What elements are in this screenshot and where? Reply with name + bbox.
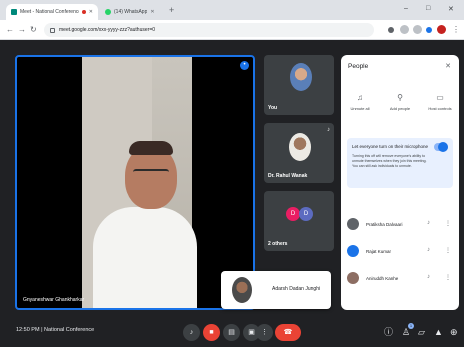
speaker-glasses [133,169,169,175]
action-label: Host controls [428,106,452,111]
profile-avatar[interactable] [437,25,446,34]
mic-icon: ♫ [357,93,363,102]
camera-off-button[interactable]: ■ [203,324,220,341]
close-tab-icon[interactable]: ✕ [150,9,154,15]
new-tab-button[interactable]: + [169,5,174,15]
extension-icon[interactable] [413,25,422,34]
setting-title: Let everyone turn on their microphone [352,144,429,149]
browser-toolbar: ← → ↻ meet.google.com/xxx-yyyy-zzz?authu… [0,20,464,40]
meeting-info: 12:50 PM | National Conference [16,327,94,333]
host-controls-button[interactable]: ▭ Host controls [423,93,457,111]
tile-others[interactable]: D D 2 others [264,191,334,251]
participant-photo [290,63,312,91]
meet-favicon-icon [11,9,17,15]
meeting-stage: • Gnyaneshwar Ghankharkar You ♪ Dr. Rahu… [0,40,464,347]
participant-name: Pratiksha Dalvaari [366,222,403,227]
separator: | [41,327,43,333]
add-person-icon: ⚲ [397,93,403,102]
people-panel: People ✕ ♫ Unmute all ⚲ Add people ▭ Hos… [341,55,459,310]
back-arrow-icon[interactable]: ← [6,24,14,36]
captions-button[interactable]: ▤ [223,324,240,341]
star-icon[interactable] [400,25,409,34]
list-item[interactable]: Pratiksha Dalvaari ♪ ⋮ [347,215,453,235]
close-tab-icon[interactable]: ✕ [89,9,93,15]
forward-arrow-icon[interactable]: → [18,24,26,36]
pin-icon[interactable]: • [240,61,249,70]
panel-title: People [348,63,369,70]
speaker-body [93,207,197,308]
tile-name: Dr. Rahul Wanak [268,173,308,179]
main-speaker-name: Gnyaneshwar Ghankharkar [23,297,85,303]
action-label: Unmute all [350,106,370,111]
participant-name: Rajat Kumar [366,249,392,254]
url-text: meet.google.com/xxx-yyyy-zzz?authuser=0 [59,27,156,33]
floating-participant-tile[interactable]: Adarsh Dadan Junghi [221,271,331,309]
mic-icon[interactable]: ♪ [427,220,430,226]
tile-name: You [268,105,278,111]
control-bar: 12:50 PM | National Conference ♪ ■ ▤ ▣ ⋮… [0,318,464,347]
window-close-button[interactable]: ✕ [448,5,454,13]
avatar [347,218,359,230]
activities-icon[interactable]: ▲ [434,326,443,338]
toggle-knob [438,142,448,152]
mic-icon[interactable]: ♪ [427,274,430,280]
chat-icon[interactable]: ▱ [418,326,425,338]
lock-icon [50,27,55,33]
camera-in-use-icon[interactable] [388,27,394,33]
tab-title: Meet - National Conference [20,9,79,15]
participant-photo [232,277,252,303]
screen: Meet - National Conference ✕ (14) WhatsA… [0,0,464,347]
avatar [347,245,359,257]
participant-name: Aniruddh Kanhe [366,276,399,281]
mic-icon: ♪ [327,127,330,133]
close-icon[interactable]: ✕ [445,62,451,70]
maximize-button[interactable]: □ [426,5,430,12]
mic-icon[interactable]: ♪ [427,247,430,253]
reload-icon[interactable]: ↻ [30,24,37,36]
tile-name: 2 others [268,241,288,247]
avatar [347,272,359,284]
tile-dr-rahul[interactable]: ♪ Dr. Rahul Wanak [264,123,334,183]
add-people-button[interactable]: ⚲ Add people [383,93,417,111]
sync-icon[interactable] [426,27,432,33]
list-item[interactable]: Rajat Kumar ♪ ⋮ [347,242,453,262]
more-options-icon[interactable]: ⋮ [445,220,451,227]
speaker-hair [129,141,173,155]
meeting-name: National Conference [44,327,95,333]
more-options-icon[interactable]: ⋮ [445,274,451,281]
leave-call-button[interactable]: ☎ [275,324,301,341]
whatsapp-favicon-icon [105,9,111,15]
meeting-time: 12:50 PM [16,327,40,333]
more-options-icon[interactable]: ⋮ [445,247,451,254]
action-label: Add people [389,106,411,111]
tile-you[interactable]: You [264,55,334,115]
info-icon[interactable]: ⓘ [384,326,393,338]
setting-description: Turning this off will remove everyone's … [352,154,427,168]
more-options-button[interactable]: ⋮ [256,324,273,341]
avatar: D [286,207,300,221]
tab-title: (14) WhatsApp [114,9,148,15]
floating-participant-name: Adarsh Dadan Junghi [272,286,321,292]
recording-dot-icon [81,10,86,14]
browser-tab-strip: Meet - National Conference ✕ (14) WhatsA… [0,0,464,20]
shield-icon: ▭ [436,93,444,102]
avatar: D [299,207,313,221]
tab-whatsapp[interactable]: (14) WhatsApp ✕ [100,4,166,20]
main-speaker-tile[interactable]: • Gnyaneshwar Ghankharkar [15,55,255,310]
address-bar[interactable]: meet.google.com/xxx-yyyy-zzz?authuser=0 [44,23,374,37]
host-lock-icon[interactable]: ⊕ [450,326,458,338]
mic-button[interactable]: ♪ [183,324,200,341]
minimize-button[interactable]: – [404,5,408,12]
participant-count-badge: 1 [408,323,414,329]
participant-photo [289,133,311,161]
list-item[interactable]: Aniruddh Kanhe ♪ ⋮ [347,269,453,289]
mic-lock-toggle[interactable] [434,142,448,152]
browser-menu-icon[interactable]: ⋮ [452,24,460,36]
unmute-all-button[interactable]: ♫ Unmute all [343,93,377,111]
tab-meet[interactable]: Meet - National Conference ✕ [6,4,98,20]
mic-lock-setting: Let everyone turn on their microphone Tu… [347,138,453,188]
